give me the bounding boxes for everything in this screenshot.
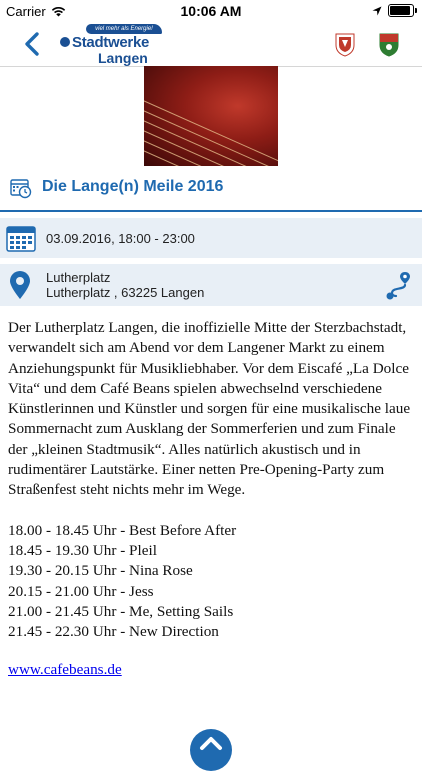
scroll-top-button[interactable] xyxy=(190,729,232,771)
event-content: Der Lutherplatz Langen, die inoffizielle… xyxy=(8,318,412,681)
status-time: 10:06 AM xyxy=(180,3,242,19)
logo-line1: Stadtwerke xyxy=(72,34,150,51)
schedule-item: 21.00 - 21.45 Uhr - Me, Setting Sails xyxy=(8,602,234,620)
stadtwerke-logo: viel mehr als Energie! Stadtwerke Langen xyxy=(52,22,164,66)
route-icon[interactable] xyxy=(384,270,412,302)
status-bar: Carrier 10:06 AM xyxy=(0,0,422,22)
logo-tagline: viel mehr als Energie! xyxy=(86,24,162,34)
schedule-item: 18.45 - 19.30 Uhr - Pleil xyxy=(8,541,157,559)
location-row[interactable]: Lutherplatz Lutherplatz , 63225 Langen xyxy=(0,264,422,306)
logo-dot xyxy=(60,37,70,47)
location-name: Lutherplatz xyxy=(46,270,111,285)
logo-line2: Langen xyxy=(98,50,148,66)
schedule-item: 18.00 - 18.45 Uhr - Best Before After xyxy=(8,521,237,539)
status-right xyxy=(372,4,417,17)
map-pin-icon xyxy=(10,271,30,299)
schedule-item: 21.45 - 22.30 Uhr - New Direction xyxy=(8,623,219,641)
website-link[interactable]: www.cafebeans.de xyxy=(8,660,412,680)
nav-bar: viel mehr als Energie! Stadtwerke Langen xyxy=(0,22,422,67)
event-datetime: 03.09.2016, 18:00 - 23:00 xyxy=(46,231,195,246)
schedule-item: 19.30 - 20.15 Uhr - Nina Rose xyxy=(8,562,193,580)
crest-icon[interactable] xyxy=(334,31,356,57)
crest-icon[interactable] xyxy=(378,31,400,57)
battery-icon xyxy=(388,4,417,17)
event-description: Der Lutherplatz Langen, die inoffizielle… xyxy=(8,319,411,499)
location-arrow-icon xyxy=(372,6,382,15)
location-address: Lutherplatz , 63225 Langen xyxy=(46,285,205,300)
calendar-clock-icon xyxy=(10,179,32,199)
event-title: Die Lange(n) Meile 2016 xyxy=(42,178,224,195)
back-chevron-icon[interactable] xyxy=(20,31,44,57)
event-image xyxy=(144,66,278,166)
schedule-item: 20.15 - 21.00 Uhr - Jess xyxy=(8,582,154,600)
event-title-row: Die Lange(n) Meile 2016 xyxy=(0,166,422,212)
chevron-up-icon xyxy=(200,737,222,750)
date-row: 03.09.2016, 18:00 - 23:00 xyxy=(0,218,422,258)
schedule-list: 18.00 - 18.45 Uhr - Best Before After 18… xyxy=(8,521,412,643)
calendar-icon xyxy=(6,226,36,252)
